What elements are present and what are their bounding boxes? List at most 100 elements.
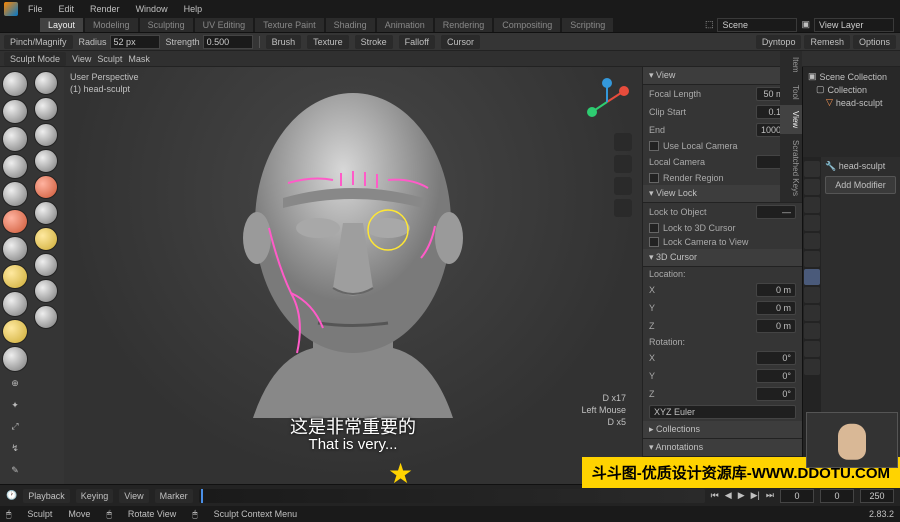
outliner[interactable]: ▣Scene Collection ▢Collection ▽head-scul… [803,67,900,157]
ws-tab-texpaint[interactable]: Texture Paint [255,18,324,32]
ntab-tool[interactable]: Tool [780,79,802,106]
section-3dcursor[interactable]: ▾ 3D Cursor [643,249,802,267]
ws-tab-sculpting[interactable]: Sculpting [140,18,193,32]
modemenu-sculpt[interactable]: Sculpt [97,54,122,64]
brush-alt7-icon[interactable] [34,227,58,251]
ws-tab-scripting[interactable]: Scripting [562,18,613,32]
ws-tab-modeling[interactable]: Modeling [85,18,138,32]
dropdown-texture[interactable]: Texture [307,35,349,49]
brush-alt8-icon[interactable] [34,253,58,277]
lockobj-field[interactable]: — [756,205,796,219]
brush-alt4-icon[interactable] [34,149,58,173]
proptab-scene-icon[interactable] [804,215,820,231]
tl-playback[interactable]: Playback [23,489,70,503]
brush-claystrips-icon[interactable] [2,126,28,152]
ws-tab-rendering[interactable]: Rendering [435,18,493,32]
mode-selector[interactable]: Sculpt Mode [4,52,66,66]
proptab-constraint-icon[interactable] [804,323,820,339]
play-prev-icon[interactable]: ◀ [725,490,732,501]
play-end-icon[interactable]: ⏭ [766,490,774,501]
brush-snake-icon[interactable]: ↯ [2,439,28,459]
ws-tab-uv[interactable]: UV Editing [195,18,254,32]
rotmode-field[interactable]: XYZ Euler [649,405,796,419]
add-modifier-button[interactable]: Add Modifier [825,176,896,194]
brush-alt9-icon[interactable] [34,279,58,303]
section-viewlock[interactable]: ▾ View Lock [643,185,802,203]
brush-grab-icon[interactable]: ✦ [2,395,28,415]
brush-alt2-icon[interactable] [34,97,58,121]
frame-current[interactable] [780,489,814,503]
brush-pinch-icon[interactable]: ⊕ [2,374,28,394]
options-dropdown[interactable]: Options [853,35,896,49]
frame-end[interactable] [860,489,894,503]
proptab-object-icon[interactable] [804,251,820,267]
tl-marker[interactable]: Marker [155,489,193,503]
brush-inflate-icon[interactable] [2,181,28,207]
strength-input[interactable] [203,35,253,49]
brush-fill-icon[interactable] [2,319,28,345]
brush-flatten-icon[interactable] [2,291,28,317]
dyntopo-toggle[interactable]: Dyntopo [756,35,802,49]
menu-window[interactable]: Window [130,2,174,16]
menu-help[interactable]: Help [178,2,209,16]
section-annotations[interactable]: ▾ Annotations [643,439,802,457]
viewlayer-field[interactable] [814,18,894,32]
brush-scrape-icon[interactable] [2,346,28,372]
brush-clay-icon[interactable] [2,99,28,125]
brush-alt6-icon[interactable] [34,201,58,225]
tl-view[interactable]: View [119,489,148,503]
scene-field[interactable] [717,18,797,32]
play-start-icon[interactable]: ⏮ [711,490,719,501]
proptab-render-icon[interactable] [804,161,820,177]
brush-crease-icon[interactable] [2,236,28,262]
proptab-particle-icon[interactable] [804,287,820,303]
zoom-icon[interactable] [614,133,632,151]
ntab-scratched[interactable]: Scratched Keys [780,134,802,202]
brush-elastic-icon[interactable]: ⤢ [2,417,28,437]
cursor-x[interactable]: 0 m [756,283,796,297]
brush-blob-icon[interactable] [2,209,28,235]
brush-smooth-icon[interactable] [2,264,28,290]
brush-alt5-icon[interactable] [34,175,58,199]
tl-keying[interactable]: Keying [76,489,114,503]
play-next-icon[interactable]: ▶| [751,490,760,501]
ntab-view[interactable]: View [780,105,802,134]
ws-tab-shading[interactable]: Shading [326,18,375,32]
brush-alt10-icon[interactable] [34,305,58,329]
proptab-world-icon[interactable] [804,233,820,249]
ws-tab-layout[interactable]: Layout [40,18,83,32]
brush-name[interactable]: Pinch/Magnify [4,35,73,49]
dropdown-brush[interactable]: Brush [266,35,302,49]
frame-start[interactable] [820,489,854,503]
outliner-row[interactable]: ▽head-sculpt [806,96,897,109]
section-view[interactable]: ▾ View [643,67,802,85]
brush-alt1-icon[interactable] [34,71,58,95]
proptab-output-icon[interactable] [804,179,820,195]
cursor-rx[interactable]: 0° [756,351,796,365]
remesh-dropdown[interactable]: Remesh [804,35,850,49]
sculpt-mesh[interactable] [213,78,493,438]
menu-render[interactable]: Render [84,2,126,16]
camera-icon[interactable] [614,177,632,195]
proptab-viewlayer-icon[interactable] [804,197,820,213]
proptab-mesh-icon[interactable] [804,341,820,357]
modemenu-mask[interactable]: Mask [128,54,150,64]
lockcam-toggle[interactable] [649,237,659,247]
local-camera-toggle[interactable] [649,141,659,151]
nav-gizmo[interactable] [582,77,632,127]
timeline-track[interactable] [199,489,705,503]
cursor-ry[interactable]: 0° [756,369,796,383]
cursor-rz[interactable]: 0° [756,387,796,401]
dropdown-cursor[interactable]: Cursor [441,35,480,49]
render-region-toggle[interactable] [649,173,659,183]
pan-icon[interactable] [614,155,632,173]
ortho-icon[interactable] [614,199,632,217]
radius-input[interactable] [110,35,160,49]
dropdown-stroke[interactable]: Stroke [355,35,393,49]
modemenu-view[interactable]: View [72,54,91,64]
brush-layer-icon[interactable] [2,154,28,180]
ntab-item[interactable]: Item [780,51,802,79]
ws-tab-compositing[interactable]: Compositing [494,18,560,32]
brush-draw-icon[interactable] [2,71,28,97]
dropdown-falloff[interactable]: Falloff [399,35,435,49]
